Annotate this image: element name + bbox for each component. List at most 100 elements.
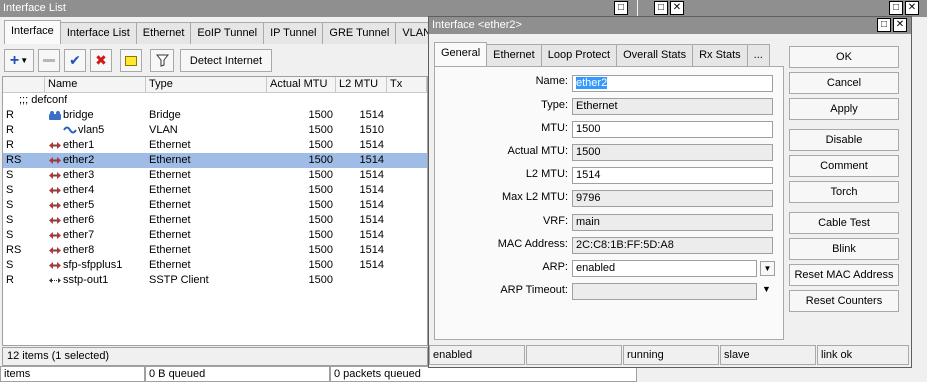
filter-button[interactable] <box>150 49 174 72</box>
add-button[interactable]: + ▼ <box>4 49 34 72</box>
row-l2-mtu: 1514 <box>359 169 384 181</box>
maximize-icon[interactable]: □ <box>877 18 891 32</box>
enable-button[interactable]: ✔ <box>64 49 86 72</box>
table-row[interactable]: Rbridge Bridge 1500 1514 <box>3 108 427 123</box>
check-icon: ✔ <box>69 52 81 68</box>
row-tx <box>387 168 427 183</box>
column-header-tx[interactable]: Tx <box>387 77 427 92</box>
detect-internet-button[interactable]: Detect Internet <box>180 49 272 72</box>
close-icon[interactable]: ✕ <box>905 1 919 15</box>
arp-timeout-dropdown-icon[interactable]: ▼ <box>762 284 771 294</box>
table-row[interactable]: Rsstp-out1 SSTP Client 1500 <box>3 273 427 288</box>
tab-overall-stats[interactable]: Overall Stats <box>616 44 694 66</box>
row-name-cell: sstp-out1 <box>45 273 146 288</box>
max-l2-mtu-label: Max L2 MTU: <box>501 191 568 203</box>
row-actual-mtu: 1500 <box>308 199 333 211</box>
ethernet-icon <box>48 215 62 226</box>
table-row[interactable]: Sether7 Ethernet 1500 1514 <box>3 228 427 243</box>
cable-test-button[interactable]: Cable Test <box>789 212 899 234</box>
column-header-l2-mtu[interactable]: L2 MTU <box>336 77 387 92</box>
ethernet-icon <box>48 230 62 241</box>
detect-internet-label: Detect Internet <box>189 54 263 67</box>
apply-button[interactable]: Apply <box>789 98 899 120</box>
name-label: Name: <box>535 75 568 87</box>
row-flag: S <box>6 184 14 196</box>
reset-counters-button[interactable]: Reset Counters <box>789 290 899 312</box>
tab-more[interactable]: ... <box>746 44 770 66</box>
table-row[interactable]: RS ether8 Ethernet 1500 1514 <box>3 243 427 258</box>
close-icon[interactable]: ✕ <box>670 1 684 15</box>
name-value: ether2 <box>576 77 608 89</box>
tab-interface[interactable]: Interface <box>4 20 61 44</box>
row-name: ether4 <box>63 184 95 196</box>
tab-interface-list[interactable]: Interface List <box>59 22 137 44</box>
l2-mtu-field[interactable]: 1514 <box>572 167 773 184</box>
dialog-titlebar: Interface <ether2> □ ✕ <box>429 17 911 34</box>
bottom-strip-text: 0 B queued <box>149 368 206 380</box>
mtu-label: MTU: <box>541 122 568 134</box>
dialog-status-bar: enabled running slave link ok <box>429 345 911 365</box>
table-row[interactable]: Rether1 Ethernet 1500 1514 <box>3 138 427 153</box>
disable-button[interactable]: ✖ <box>90 49 112 72</box>
arp-timeout-field[interactable] <box>572 283 757 300</box>
row-l2-mtu: 1514 <box>359 184 384 196</box>
table-row[interactable]: Ssfp-sfpplus1 Ethernet 1500 1514 <box>3 258 427 273</box>
table-row[interactable]: Rvlan5 VLAN 1500 1510 <box>3 123 427 138</box>
column-header-type[interactable]: Type <box>146 77 267 92</box>
disable-button[interactable]: Disable <box>789 129 899 151</box>
comment-button[interactable] <box>120 49 142 72</box>
actual-mtu-field: 1500 <box>572 144 773 161</box>
ok-button[interactable]: OK <box>789 46 899 68</box>
restore-icon[interactable]: □ <box>654 1 668 15</box>
close-icon[interactable]: ✕ <box>893 18 907 32</box>
row-name: ether6 <box>63 214 95 226</box>
column-header-actual-mtu[interactable]: Actual MTU <box>267 77 336 92</box>
row-tx <box>387 108 427 123</box>
row-tx <box>387 138 427 153</box>
tab-general[interactable]: General <box>434 42 488 66</box>
row-flag: RS <box>6 244 22 256</box>
reset-mac-address-button[interactable]: Reset MAC Address <box>789 264 899 286</box>
comment-button[interactable]: Comment <box>789 155 899 177</box>
tab-gre-tunnel[interactable]: GRE Tunnel <box>322 22 397 44</box>
table-row[interactable]: Sether5 Ethernet 1500 1514 <box>3 198 427 213</box>
tab-eoip-tunnel[interactable]: EoIP Tunnel <box>190 22 265 44</box>
tab-ethernet[interactable]: Ethernet <box>135 22 192 44</box>
row-name: vlan5 <box>78 124 105 136</box>
arp-dropdown-icon[interactable]: ▼ <box>760 261 775 276</box>
row-type: Ethernet <box>149 154 191 166</box>
table-row[interactable]: Sether3 Ethernet 1500 1514 <box>3 168 427 183</box>
table-row[interactable]: RS ether2 Ethernet 1500 1514 <box>3 153 427 168</box>
cancel-button[interactable]: Cancel <box>789 72 899 94</box>
actual-mtu-label: Actual MTU: <box>507 145 568 157</box>
name-field[interactable]: ether2 <box>572 75 773 92</box>
row-tx <box>387 213 427 228</box>
row-l2-mtu: 1514 <box>359 139 384 151</box>
row-l2-mtu: 1514 <box>359 244 384 256</box>
flag-column-header[interactable] <box>3 77 45 92</box>
table-row[interactable]: Sether6 Ethernet 1500 1514 <box>3 213 427 228</box>
remove-button[interactable] <box>38 49 60 72</box>
maximize-icon[interactable]: □ <box>614 1 628 15</box>
maximize-icon[interactable]: □ <box>889 1 903 15</box>
row-name: ether1 <box>63 139 95 151</box>
tab-loop-protect[interactable]: Loop Protect <box>540 44 618 66</box>
tab-ip-tunnel[interactable]: IP Tunnel <box>263 22 324 44</box>
vrf-field: main <box>572 214 773 231</box>
mtu-field[interactable]: 1500 <box>572 121 773 138</box>
table-row[interactable]: Sether4 Ethernet 1500 1514 <box>3 183 427 198</box>
blink-button[interactable]: Blink <box>789 238 899 260</box>
ethernet-icon <box>48 170 62 181</box>
torch-button[interactable]: Torch <box>789 181 899 203</box>
tab-rx-stats[interactable]: Rx Stats <box>692 44 748 66</box>
row-name: sfp-sfpplus1 <box>63 259 123 271</box>
column-header-name[interactable]: Name <box>45 77 146 92</box>
tab-ethernet[interactable]: Ethernet <box>486 44 542 66</box>
row-type: VLAN <box>149 124 178 136</box>
bottom-strip-1: items <box>0 366 145 382</box>
mac-address-field: 2C:C8:1B:FF:5D:A8 <box>572 237 773 254</box>
row-name: ether5 <box>63 199 95 211</box>
arp-select[interactable]: enabled <box>572 260 757 277</box>
dialog-title: Interface <ether2> <box>432 19 522 31</box>
row-actual-mtu: 1500 <box>308 139 333 151</box>
